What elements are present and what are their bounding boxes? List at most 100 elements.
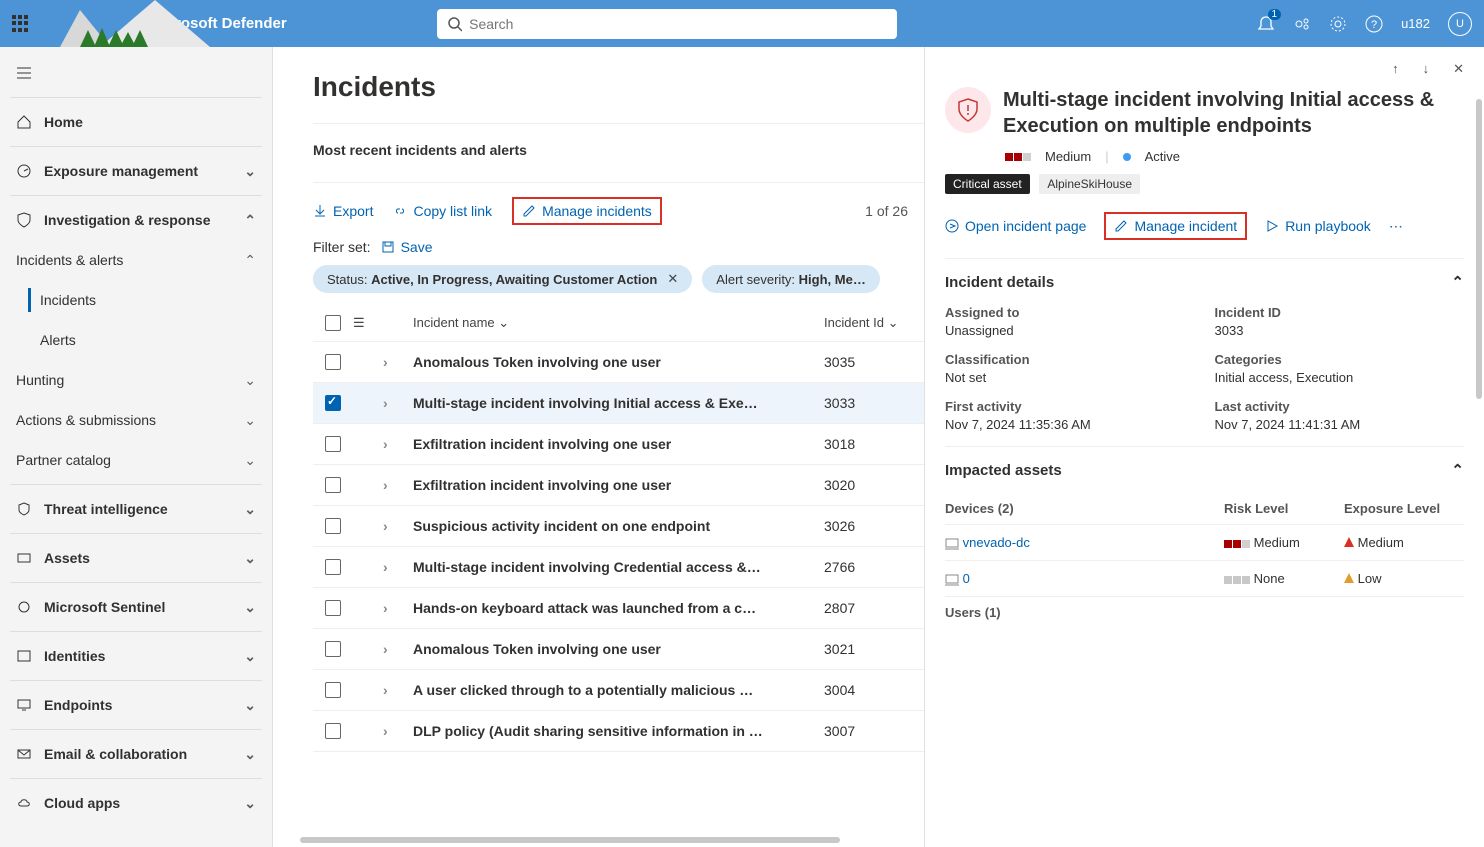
sidebar-item-hunting[interactable]: Hunting⌄: [0, 360, 272, 400]
sidebar-item-alerts[interactable]: Alerts: [0, 320, 272, 360]
section-impacted-assets[interactable]: Impacted assets⌃: [945, 446, 1464, 479]
sentinel-icon: [16, 599, 32, 615]
sidebar-item-home[interactable]: Home: [0, 102, 272, 142]
numbering-icon[interactable]: ☰: [353, 315, 383, 331]
chevron-up-icon: ⌃: [1451, 273, 1464, 291]
open-incident-button[interactable]: Open incident page: [945, 218, 1086, 234]
table-row[interactable]: › A user clicked through to a potentiall…: [313, 670, 924, 711]
chevron-right-icon[interactable]: ›: [383, 518, 388, 534]
table-row[interactable]: › Anomalous Token involving one user 303…: [313, 342, 924, 383]
chevron-right-icon[interactable]: ›: [383, 641, 388, 657]
manage-incidents-button[interactable]: Manage incidents: [512, 197, 662, 225]
device-row[interactable]: 0 None Low: [945, 560, 1464, 596]
table-header: ☰ Incident name ⌄ Incident Id ⌄: [313, 305, 924, 342]
row-checkbox[interactable]: [325, 723, 341, 739]
copy-link-button[interactable]: Copy list link: [393, 203, 492, 219]
sidebar-item-identities[interactable]: Identities⌄: [0, 636, 272, 676]
close-pane-icon[interactable]: ✕: [1453, 61, 1464, 77]
sidebar-item-incidents-alerts[interactable]: Incidents & alerts⌃: [0, 240, 272, 280]
app-launcher-icon[interactable]: [12, 15, 30, 33]
up-arrow-icon[interactable]: ↑: [1392, 61, 1399, 77]
table-row[interactable]: › DLP policy (Audit sharing sensitive in…: [313, 711, 924, 752]
sidebar-item-email[interactable]: Email & collaboration⌄: [0, 734, 272, 774]
devices-heading: Devices (2): [945, 501, 1224, 516]
brand-title: Microsoft Defender: [150, 15, 287, 32]
incident-title: Multi-stage incident involving Initial a…: [1003, 87, 1464, 139]
table-row[interactable]: › Multi-stage incident involving Initial…: [313, 383, 924, 424]
hamburger-toggle[interactable]: [0, 53, 272, 93]
sidebar-item-assets[interactable]: Assets⌄: [0, 538, 272, 578]
vertical-scrollbar[interactable]: [1476, 99, 1482, 399]
down-arrow-icon[interactable]: ↓: [1423, 61, 1430, 77]
status-dot: [1123, 153, 1131, 161]
chevron-right-icon[interactable]: ›: [383, 600, 388, 616]
table-row[interactable]: › Suspicious activity incident on one en…: [313, 506, 924, 547]
sidebar-item-investigation[interactable]: Investigation & response⌃: [0, 200, 272, 240]
chevron-right-icon[interactable]: ›: [383, 682, 388, 698]
notifications-icon[interactable]: 1: [1257, 15, 1275, 33]
device-row[interactable]: vnevado-dc Medium Medium: [945, 524, 1464, 560]
row-checkbox[interactable]: [325, 559, 341, 575]
more-actions-button[interactable]: ⋯: [1389, 218, 1403, 235]
row-checkbox[interactable]: [325, 354, 341, 370]
col-incident-id[interactable]: Incident Id ⌄: [824, 315, 924, 331]
horizontal-scrollbar[interactable]: [300, 837, 840, 843]
status-label: Active: [1145, 149, 1180, 164]
sidebar-item-exposure[interactable]: Exposure management⌄: [0, 151, 272, 191]
export-button[interactable]: Export: [313, 203, 373, 219]
community-icon[interactable]: [1293, 15, 1311, 33]
row-checkbox[interactable]: [325, 641, 341, 657]
device-name[interactable]: vnevado-dc: [963, 535, 1030, 550]
section-incident-details[interactable]: Incident details⌃: [945, 258, 1464, 291]
search-input[interactable]: [469, 16, 887, 32]
run-playbook-button[interactable]: Run playbook: [1265, 218, 1371, 234]
classification-value: Not set: [945, 370, 1195, 385]
row-checkbox[interactable]: [325, 600, 341, 616]
table-row[interactable]: › Exfiltration incident involving one us…: [313, 424, 924, 465]
table-row[interactable]: › Exfiltration incident involving one us…: [313, 465, 924, 506]
row-incident-name: Anomalous Token involving one user: [413, 354, 824, 370]
avatar[interactable]: U: [1448, 12, 1472, 36]
chevron-right-icon[interactable]: ›: [383, 354, 388, 370]
sidebar-item-sentinel[interactable]: Microsoft Sentinel⌄: [0, 587, 272, 627]
toolbar: Export Copy list link Manage incidents 1…: [313, 182, 924, 239]
chevron-right-icon[interactable]: ›: [383, 559, 388, 575]
row-checkbox[interactable]: [325, 682, 341, 698]
chevron-right-icon[interactable]: ›: [383, 395, 388, 411]
sidebar-item-partner[interactable]: Partner catalog⌄: [0, 440, 272, 480]
chevron-right-icon[interactable]: ›: [383, 477, 388, 493]
chevron-down-icon: ⌄: [244, 372, 256, 389]
chevron-right-icon[interactable]: ›: [383, 723, 388, 739]
row-incident-name: Suspicious activity incident on one endp…: [413, 518, 824, 534]
device-exposure: Medium: [1344, 535, 1464, 550]
tag-org: AlpineSkiHouse: [1039, 174, 1140, 194]
sidebar-item-threat[interactable]: Threat intelligence⌄: [0, 489, 272, 529]
help-icon[interactable]: ?: [1365, 15, 1383, 33]
gauge-icon: [16, 163, 32, 179]
sidebar-item-incidents[interactable]: Incidents: [0, 280, 272, 320]
filter-chip-severity[interactable]: Alert severity: High, Me…: [702, 265, 880, 293]
table-row[interactable]: › Hands-on keyboard attack was launched …: [313, 588, 924, 629]
topbar: Microsoft Defender 1 ? u182 U: [0, 0, 1484, 47]
chevron-right-icon[interactable]: ›: [383, 436, 388, 452]
row-incident-id: 3026: [824, 518, 924, 534]
tag-critical: Critical asset: [945, 174, 1030, 194]
settings-icon[interactable]: [1329, 15, 1347, 33]
search-box[interactable]: [437, 9, 897, 39]
row-checkbox[interactable]: [325, 436, 341, 452]
sidebar-item-endpoints[interactable]: Endpoints⌄: [0, 685, 272, 725]
col-incident-name[interactable]: Incident name ⌄: [413, 315, 824, 331]
row-checkbox[interactable]: [325, 518, 341, 534]
manage-incident-button[interactable]: Manage incident: [1104, 212, 1247, 240]
close-icon[interactable]: ✕: [667, 271, 678, 287]
row-checkbox[interactable]: [325, 395, 341, 411]
save-filter-button[interactable]: Save: [381, 239, 433, 255]
select-all-checkbox[interactable]: [325, 315, 341, 331]
device-name[interactable]: 0: [963, 571, 970, 586]
row-checkbox[interactable]: [325, 477, 341, 493]
filter-chip-status[interactable]: Status: Active, In Progress, Awaiting Cu…: [313, 265, 692, 293]
table-row[interactable]: › Anomalous Token involving one user 302…: [313, 629, 924, 670]
sidebar-item-actions[interactable]: Actions & submissions⌄: [0, 400, 272, 440]
sidebar-item-cloud[interactable]: Cloud apps⌄: [0, 783, 272, 823]
table-row[interactable]: › Multi-stage incident involving Credent…: [313, 547, 924, 588]
